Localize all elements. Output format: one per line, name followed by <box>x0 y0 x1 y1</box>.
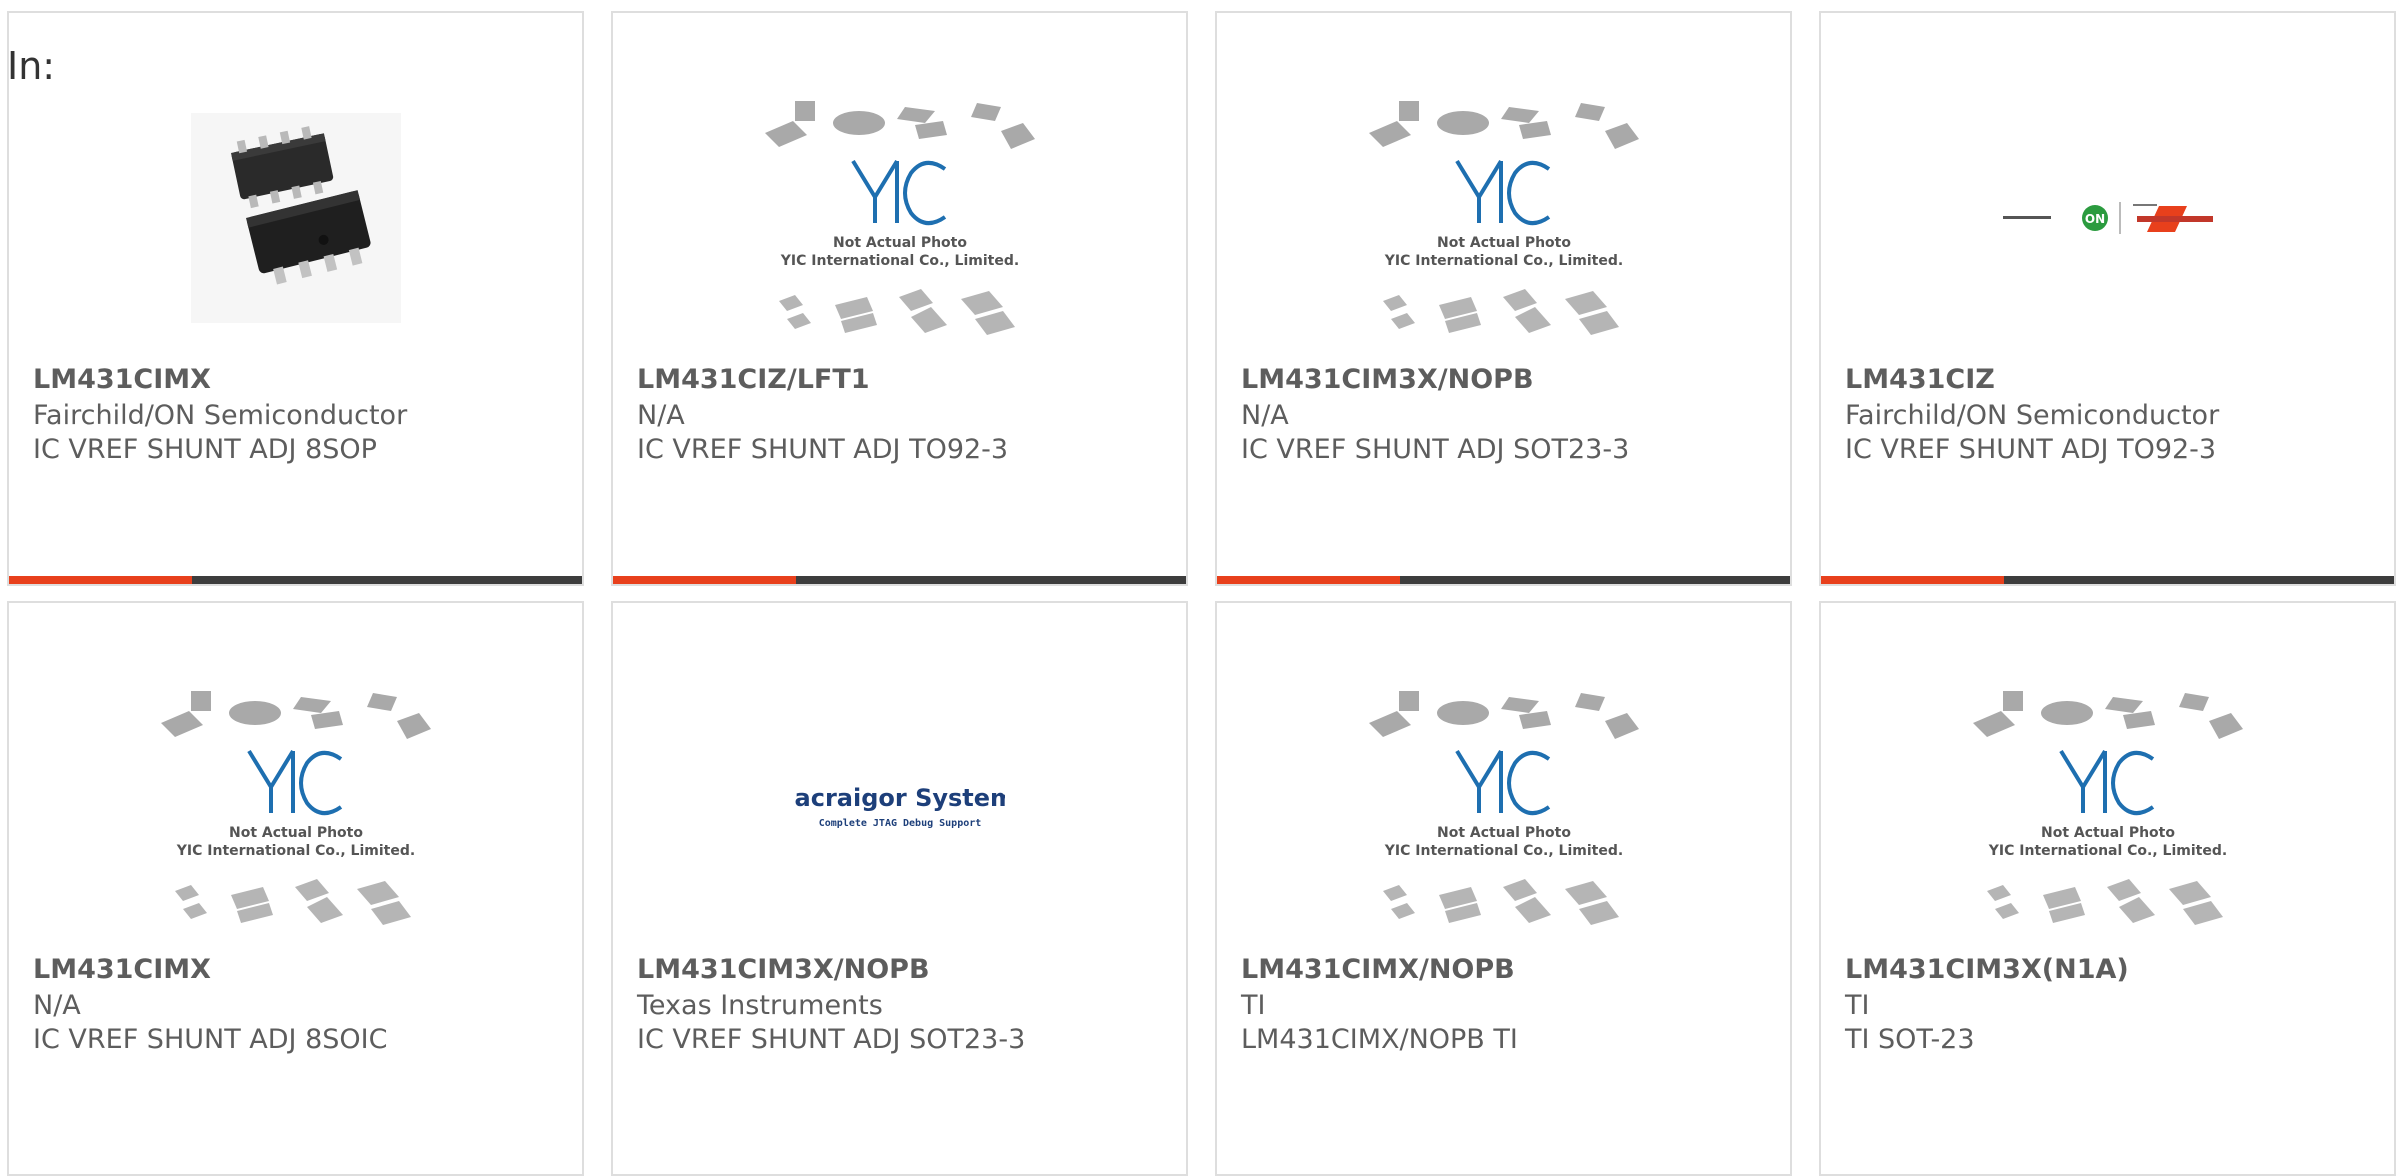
product-card[interactable]: Not Actual Photo YIC International Co., … <box>7 601 584 1176</box>
manufacturer: N/A <box>1241 400 1289 431</box>
description: IC VREF SHUNT ADJ 8SOP <box>33 434 377 465</box>
product-card[interactable]: Macraigor Systems Complete JTAG Debug Su… <box>611 601 1188 1176</box>
description: IC VREF SHUNT ADJ TO92-3 <box>637 434 1009 465</box>
yic-placeholder-icon: Not Actual Photo YIC International Co., … <box>764 101 1035 335</box>
manufacturer: TI <box>1241 990 1266 1021</box>
description: TI SOT-23 <box>1845 1024 1975 1055</box>
part-number[interactable]: LM431CIZ/LFT1 <box>637 363 870 397</box>
part-number[interactable]: LM431CIMX <box>33 363 211 397</box>
part-number[interactable]: LM431CIM3X/NOPB <box>1241 363 1534 397</box>
placeholder-caption: Not Actual Photo <box>229 825 363 841</box>
manufacturer: Fairchild/ON Semiconductor <box>33 400 408 431</box>
description: IC VREF SHUNT ADJ TO92-3 <box>1845 434 2217 465</box>
macraigor-logo-icon: Macraigor Systems Complete JTAG Debug Su… <box>795 784 1005 829</box>
accent-bar <box>613 576 796 584</box>
manufacturer: Texas Instruments <box>637 990 883 1021</box>
product-image[interactable] <box>9 73 582 363</box>
description: IC VREF SHUNT ADJ SOT23-3 <box>1241 434 1630 465</box>
part-number[interactable]: LM431CIZ <box>1845 363 1995 397</box>
product-image[interactable]: Not Actual Photo YIC International Co., … <box>9 663 582 953</box>
card-footer-bar <box>9 576 582 584</box>
part-number[interactable]: LM431CIMX <box>33 953 211 987</box>
yic-placeholder-icon: Not Actual Photo YIC International Co., … <box>1368 101 1639 335</box>
svg-text:ON: ON <box>2084 212 2104 226</box>
product-card[interactable]: LM431CIMX Fairchild/ON Semiconductor IC … <box>7 11 584 586</box>
placeholder-caption: Not Actual Photo <box>1437 825 1571 841</box>
yic-placeholder-icon: Not Actual Photo YIC International Co., … <box>160 691 431 925</box>
manufacturer: N/A <box>33 990 81 1021</box>
placeholder-caption: Not Actual Photo <box>833 235 967 251</box>
product-image[interactable]: Not Actual Photo YIC International Co., … <box>1821 663 2394 953</box>
placeholder-company: YIC International Co., Limited. <box>1383 253 1622 269</box>
product-image[interactable]: Not Actual Photo YIC International Co., … <box>1217 663 1790 953</box>
card-footer-bar <box>1821 576 2394 584</box>
description: LM431CIMX/NOPB TI <box>1241 1024 1518 1055</box>
placeholder-company: YIC International Co., Limited. <box>175 843 414 859</box>
product-card[interactable]: Not Actual Photo YIC International Co., … <box>1819 601 2396 1176</box>
product-card[interactable]: Not Actual Photo YIC International Co., … <box>611 11 1188 586</box>
yic-placeholder-icon: Not Actual Photo YIC International Co., … <box>1368 691 1639 925</box>
part-number[interactable]: LM431CIM3X/NOPB <box>637 953 930 987</box>
placeholder-company: YIC International Co., Limited. <box>1383 843 1622 859</box>
filter-label: In: <box>7 44 56 88</box>
manufacturer: Fairchild/ON Semiconductor <box>1845 400 2220 431</box>
product-image[interactable]: Not Actual Photo YIC International Co., … <box>613 73 1186 363</box>
product-image[interactable]: Macraigor Systems Complete JTAG Debug Su… <box>613 663 1186 953</box>
accent-bar <box>1821 576 2004 584</box>
placeholder-caption: Not Actual Photo <box>2041 825 2175 841</box>
product-card[interactable]: ON LM431CIZ Fairchild/ON Semiconductor I… <box>1819 11 2396 586</box>
on-fairchild-logo-icon: ON <box>2002 202 2213 234</box>
part-number[interactable]: LM431CIM3X(N1A) <box>1845 953 2129 987</box>
yic-placeholder-icon: Not Actual Photo YIC International Co., … <box>1972 691 2243 925</box>
manufacturer: TI <box>1845 990 1870 1021</box>
manufacturer: N/A <box>637 400 685 431</box>
placeholder-company: YIC International Co., Limited. <box>1987 843 2226 859</box>
product-card[interactable]: Not Actual Photo YIC International Co., … <box>1215 11 1792 586</box>
product-image[interactable]: Not Actual Photo YIC International Co., … <box>1217 73 1790 363</box>
card-footer-bar <box>613 576 1186 584</box>
product-card[interactable]: Not Actual Photo YIC International Co., … <box>1215 601 1792 1176</box>
logo-tagline: Complete JTAG Debug Support <box>818 818 981 829</box>
description: IC VREF SHUNT ADJ 8SOIC <box>33 1024 388 1055</box>
description: IC VREF SHUNT ADJ SOT23-3 <box>637 1024 1026 1055</box>
accent-bar <box>1217 576 1400 584</box>
placeholder-company: YIC International Co., Limited. <box>779 253 1018 269</box>
part-number[interactable]: LM431CIMX/NOPB <box>1241 953 1515 987</box>
accent-bar <box>9 576 192 584</box>
logo-title: Macraigor Systems <box>795 784 1005 812</box>
card-footer-bar <box>1217 576 1790 584</box>
product-image[interactable]: ON <box>1821 73 2394 363</box>
placeholder-caption: Not Actual Photo <box>1437 235 1571 251</box>
ic-8sop-photo-icon <box>190 113 401 323</box>
